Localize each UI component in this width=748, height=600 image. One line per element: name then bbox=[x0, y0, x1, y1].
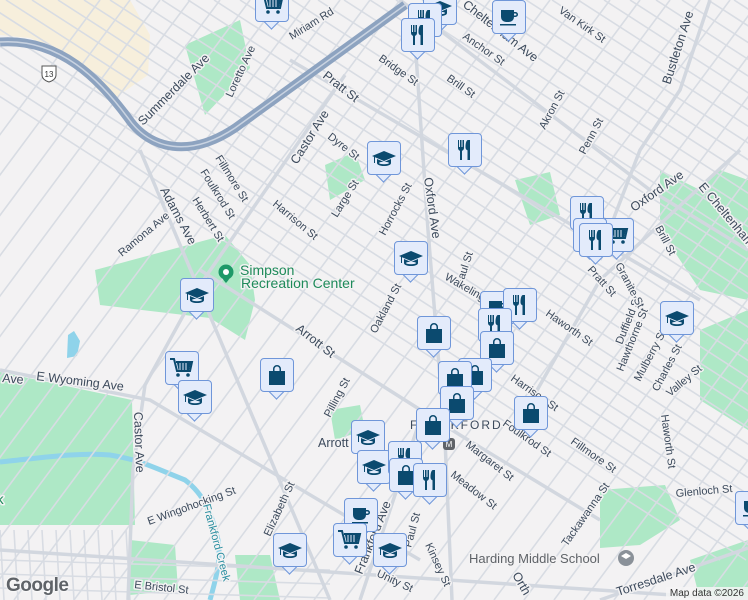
grocery-marker[interactable] bbox=[255, 0, 289, 30]
shopping-marker[interactable] bbox=[260, 358, 294, 400]
school-marker[interactable] bbox=[660, 301, 694, 343]
google-logo: Google bbox=[6, 575, 69, 596]
school-icon bbox=[178, 380, 212, 414]
restaurant-icon bbox=[579, 223, 613, 257]
grocery-icon bbox=[255, 0, 289, 22]
cafe-icon bbox=[492, 0, 526, 34]
poi-label: Recreation Center bbox=[241, 275, 355, 291]
map-canvas[interactable]: 13 Miriam Rd Summerdale Ave Loretto Ave … bbox=[0, 0, 748, 600]
grocery-marker[interactable] bbox=[333, 523, 367, 565]
cafe-icon bbox=[735, 491, 748, 525]
school-marker[interactable] bbox=[373, 533, 407, 575]
street-label: Castor Ave bbox=[131, 412, 147, 473]
restaurant-icon bbox=[413, 463, 447, 497]
school-marker[interactable] bbox=[273, 533, 307, 575]
school-marker[interactable] bbox=[357, 450, 391, 492]
grocery-icon bbox=[333, 523, 367, 557]
school-marker[interactable] bbox=[178, 380, 212, 422]
street-label: Castor Ave bbox=[288, 107, 332, 166]
shopping-marker[interactable] bbox=[417, 316, 451, 358]
restaurant-icon bbox=[448, 133, 482, 167]
restaurant-icon bbox=[401, 18, 435, 52]
street-label: Arrott bbox=[318, 436, 349, 450]
restaurant-marker[interactable] bbox=[579, 223, 613, 265]
harding-middle-school-poi[interactable]: Harding Middle School bbox=[468, 550, 634, 568]
shopping-icon bbox=[514, 396, 548, 430]
shopping-marker[interactable] bbox=[514, 396, 548, 438]
school-marker[interactable] bbox=[180, 278, 214, 320]
shopping-icon bbox=[260, 358, 294, 392]
shopping-icon bbox=[417, 316, 451, 350]
street-label: Ave bbox=[2, 371, 25, 387]
school-icon bbox=[394, 241, 428, 275]
school-icon bbox=[180, 278, 214, 312]
restaurant-marker[interactable] bbox=[413, 463, 447, 505]
school-icon bbox=[351, 420, 385, 454]
route-13-shield: 13 bbox=[41, 65, 57, 83]
pond bbox=[67, 331, 80, 358]
street-label: Oxford Ave bbox=[421, 176, 443, 239]
street-label: Haworth St bbox=[658, 414, 677, 470]
cafe-marker[interactable] bbox=[492, 0, 526, 42]
cafe-marker[interactable] bbox=[735, 491, 748, 533]
school-icon bbox=[373, 533, 407, 567]
map-attribution[interactable]: Map data ©2026 bbox=[665, 587, 748, 600]
school-marker[interactable] bbox=[367, 141, 401, 183]
school-icon bbox=[357, 450, 391, 484]
school-icon bbox=[273, 533, 307, 567]
restaurant-marker[interactable] bbox=[401, 18, 435, 60]
street-label: Oakland St bbox=[368, 282, 404, 336]
shopping-icon bbox=[416, 408, 450, 442]
school-icon bbox=[660, 301, 694, 335]
restaurant-marker[interactable] bbox=[448, 133, 482, 175]
street-label: E Bristol St bbox=[134, 579, 189, 597]
school-marker[interactable] bbox=[394, 241, 428, 283]
svg-text:13: 13 bbox=[45, 70, 54, 79]
school-icon bbox=[367, 141, 401, 175]
poi-label: Harding Middle School bbox=[469, 551, 600, 566]
